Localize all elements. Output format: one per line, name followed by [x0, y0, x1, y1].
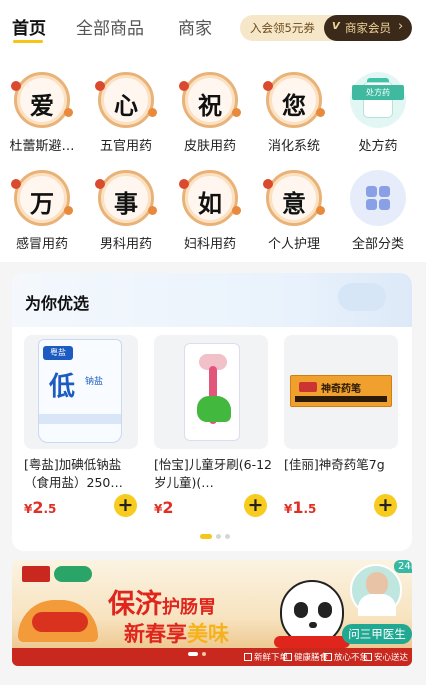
- tab-all-products[interactable]: 全部商品: [76, 14, 144, 39]
- vip-icon: V: [332, 21, 340, 32]
- product-price: ¥2.5: [24, 498, 57, 517]
- banner-headline: 保济护肠胃: [108, 589, 216, 620]
- product-name: [怡宝]儿童牙刷(6-12岁儿童)(…: [154, 457, 272, 490]
- category-label: 男科用药: [99, 237, 152, 252]
- product-image: 神奇药笔: [284, 335, 398, 449]
- merchant-member-badge[interactable]: V 商家会员 ›: [324, 15, 412, 41]
- brand-logo-icon: [22, 566, 50, 582]
- ask-doctor-button[interactable]: 问三甲医生: [342, 624, 412, 644]
- category-item-all[interactable]: 全部分类: [336, 170, 420, 260]
- prescription-bottle-icon: 处方药: [350, 72, 406, 128]
- product-card[interactable]: 神奇药笔 [佳丽]神奇药笔7g ¥1.5 +: [284, 335, 404, 520]
- category-label: 妇科用药: [183, 237, 236, 252]
- section-title: 为你优选: [25, 294, 90, 313]
- category-label: 感冒用药: [15, 237, 68, 252]
- product-name: [佳丽]神奇药笔7g: [284, 457, 385, 472]
- member-label: 商家会员: [345, 21, 391, 35]
- banner-carousel-indicator: [188, 652, 218, 656]
- category-label: 五官用药: [99, 139, 152, 154]
- dragon-seal-icon: 祝: [179, 72, 241, 128]
- banner-dot: [188, 652, 198, 656]
- toothbrush-image: [184, 343, 240, 441]
- recommend-section: 为你优选 粤盐 低 钠盐 [粤盐]加碘低钠盐（食用盐）250… ¥2.5 + […: [12, 273, 412, 551]
- product-price: ¥1.5: [284, 498, 317, 517]
- tab-active-indicator: [13, 40, 43, 43]
- carousel-dot: [225, 534, 230, 539]
- category-label: 消化系统: [267, 139, 320, 154]
- category-label: 皮肤用药: [183, 139, 236, 154]
- category-item[interactable]: 心 五官用药: [84, 72, 168, 162]
- banner-footer: 新鲜下单 健康膳食 放心不急 安心送达: [12, 648, 412, 666]
- category-label: 个人护理: [267, 237, 320, 252]
- category-item[interactable]: 万 感冒用药: [0, 170, 84, 260]
- product-card[interactable]: 粤盐 低 钠盐 [粤盐]加碘低钠盐（食用盐）250… ¥2.5 +: [24, 335, 144, 520]
- chevron-right-icon: ›: [398, 19, 404, 34]
- dragon-seal-icon: 如: [179, 170, 241, 226]
- carousel-dot: [216, 534, 221, 539]
- category-item[interactable]: 意 个人护理: [252, 170, 336, 260]
- category-item[interactable]: 您 消化系统: [252, 72, 336, 162]
- category-item[interactable]: 祝 皮肤用药: [168, 72, 252, 162]
- product-card[interactable]: [怡宝]儿童牙刷(6-12岁儿童)(… ¥2 +: [154, 335, 274, 520]
- promo-banner[interactable]: 保济护肠胃 新春享美味 24h 问三甲医生 新鲜下单 健康膳食 放心不急 安心送…: [12, 560, 412, 666]
- category-item-prescription[interactable]: 处方药 处方药: [336, 72, 420, 162]
- category-item[interactable]: 爱 杜蕾斯避…: [0, 72, 84, 162]
- product-image: 粤盐 低 钠盐: [24, 335, 138, 449]
- scarf-decoration: [274, 636, 350, 648]
- medicine-pen-image: 神奇药笔: [290, 375, 392, 407]
- carousel-dot: [200, 534, 212, 539]
- add-to-cart-button[interactable]: +: [374, 494, 397, 517]
- product-image: [154, 335, 268, 449]
- cloud-decoration-icon: [338, 283, 386, 311]
- store-logo-icon: [54, 566, 92, 582]
- category-item[interactable]: 事 男科用药: [84, 170, 168, 260]
- salt-package-image: 粤盐 低 钠盐: [38, 339, 122, 443]
- member-join-button[interactable]: 入会领5元券 V 商家会员 ›: [240, 15, 412, 41]
- add-to-cart-button[interactable]: +: [244, 494, 267, 517]
- category-grid: 爱 杜蕾斯避… 心 五官用药 祝 皮肤用药 您 消化系统 处方药 处方药 万 感…: [0, 52, 426, 262]
- banner-subheadline: 新春享美味: [124, 622, 229, 646]
- doctor-24h-badge: 24h: [394, 560, 412, 573]
- dragon-seal-icon: 心: [95, 72, 157, 128]
- dragon-seal-icon: 意: [263, 170, 325, 226]
- category-label: 全部分类: [351, 237, 404, 252]
- doctor-avatar[interactable]: [350, 564, 402, 616]
- food-illustration: [32, 612, 88, 632]
- product-price: ¥2: [154, 498, 174, 517]
- category-label: 处方药: [358, 139, 398, 154]
- footer-item: 安心送达: [364, 651, 408, 663]
- tab-merchant[interactable]: 商家: [178, 14, 212, 39]
- recommend-header: 为你优选: [12, 273, 412, 327]
- top-nav: 首页 全部商品 商家 入会领5元券 V 商家会员 ›: [0, 0, 426, 52]
- footer-item: 健康膳食: [284, 651, 328, 663]
- footer-item: 新鲜下单: [244, 651, 288, 663]
- banner-dot: [202, 652, 206, 656]
- product-name: [粤盐]加碘低钠盐（食用盐）250…: [24, 457, 123, 490]
- dragon-seal-icon: 万: [11, 170, 73, 226]
- add-to-cart-button[interactable]: +: [114, 494, 137, 517]
- dragon-seal-icon: 事: [95, 170, 157, 226]
- dragon-seal-icon: 您: [263, 72, 325, 128]
- category-item[interactable]: 如 妇科用药: [168, 170, 252, 260]
- footer-item: 放心不急: [324, 651, 368, 663]
- dragon-seal-icon: 爱: [11, 72, 73, 128]
- carousel-indicator: [200, 534, 240, 540]
- grid-icon: [350, 170, 406, 226]
- member-offer-text: 入会领5元券: [250, 21, 315, 35]
- category-label: 杜蕾斯避…: [9, 139, 75, 154]
- tab-home[interactable]: 首页: [12, 14, 46, 39]
